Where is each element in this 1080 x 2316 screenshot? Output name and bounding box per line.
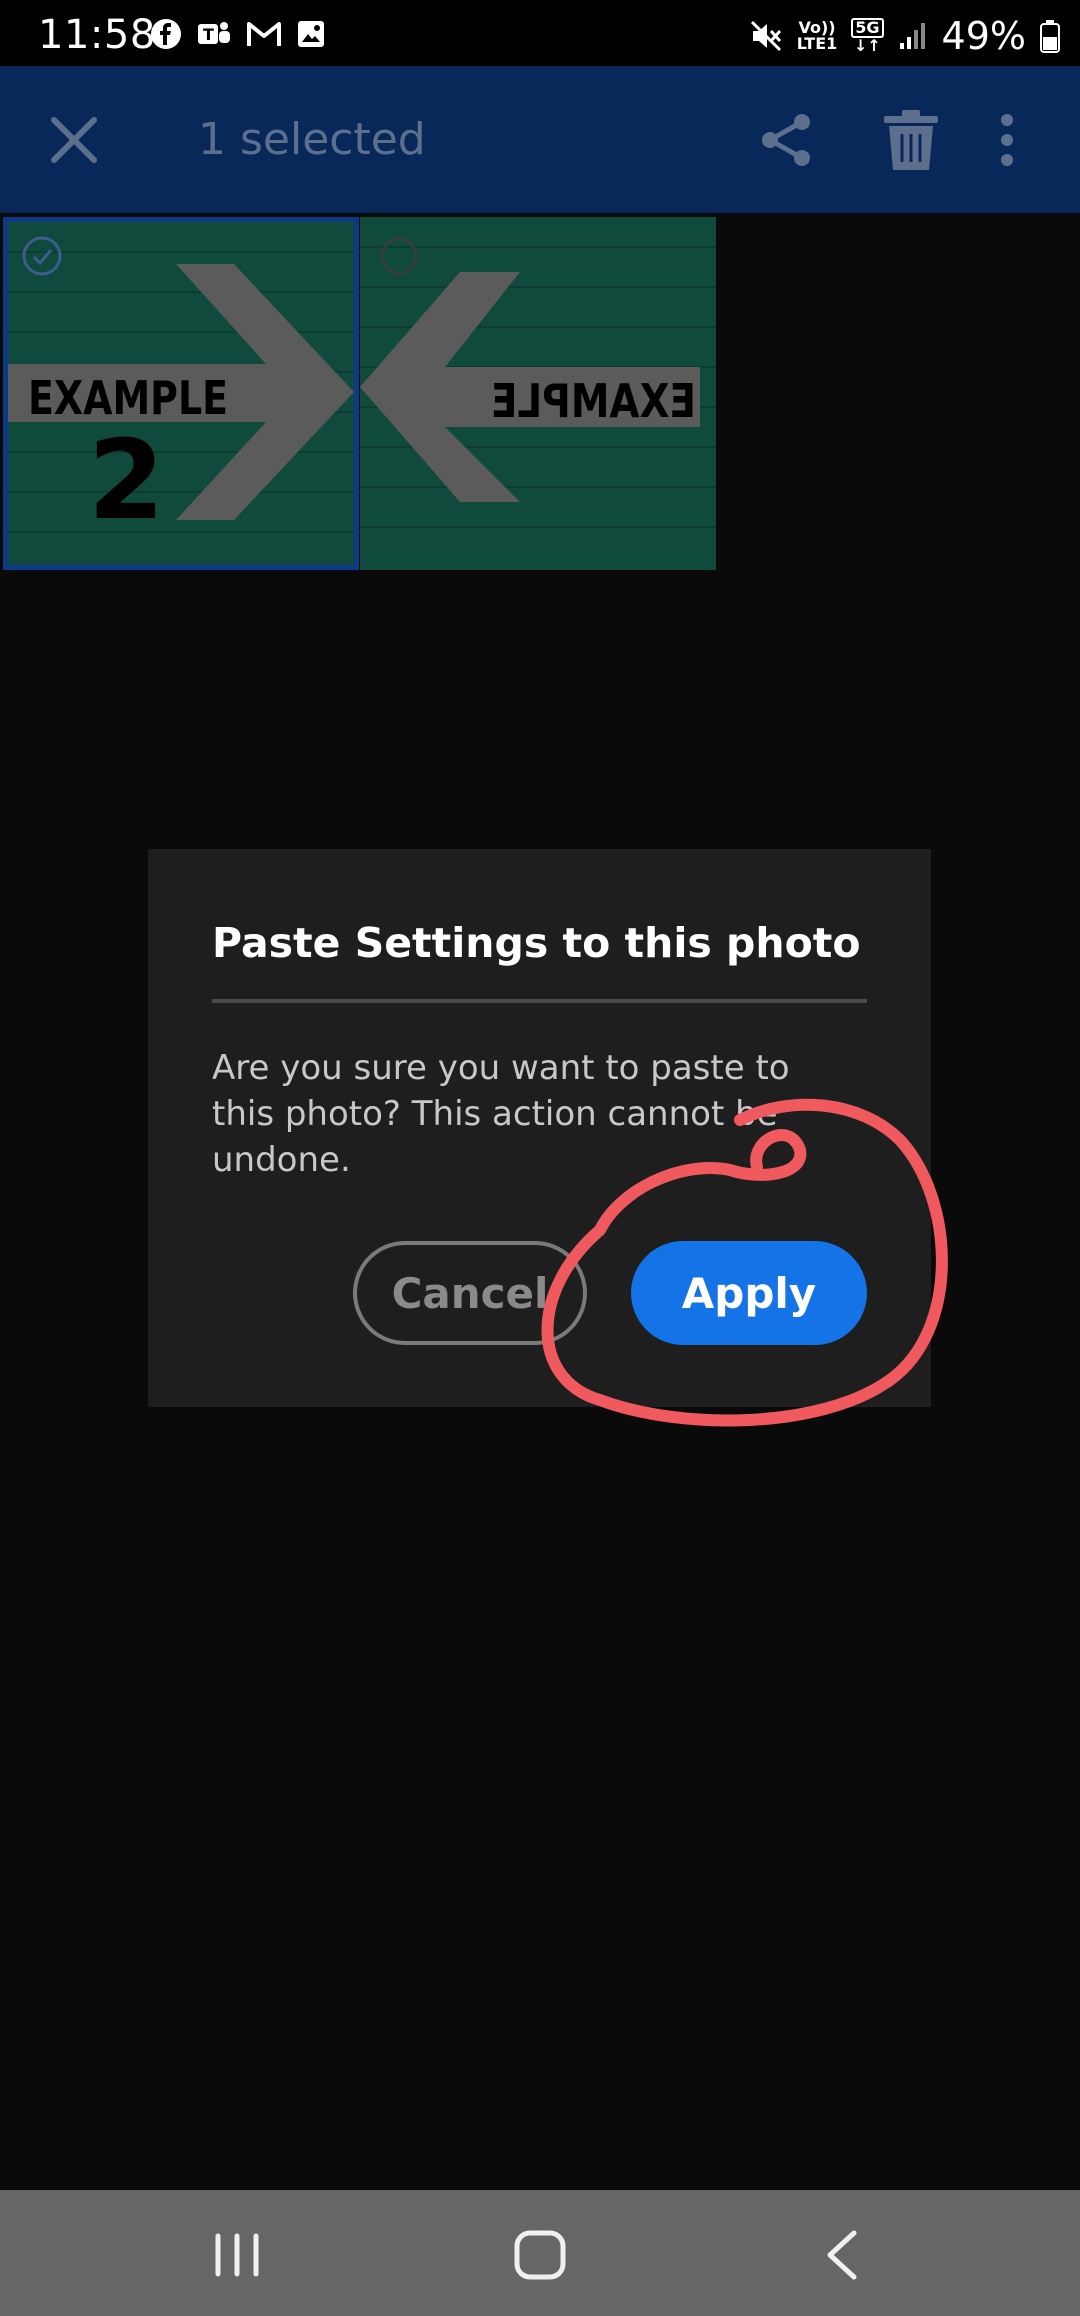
cancel-button[interactable]: Cancel	[353, 1241, 587, 1345]
photo-thumbnail-2[interactable]: EXAMPLE	[360, 217, 716, 570]
gmail-icon	[247, 22, 281, 46]
battery-percent: 49%	[941, 14, 1026, 58]
photo-2-label: EXAMPLE	[491, 374, 696, 428]
photo-1-number: 2	[88, 416, 165, 544]
photo-thumbnail-1[interactable]: EXAMPLE 2	[3, 217, 359, 570]
back-icon[interactable]	[822, 2228, 862, 2282]
svg-text:T: T	[203, 25, 214, 44]
more-options-icon[interactable]	[990, 110, 1024, 170]
signal-icon	[899, 23, 925, 49]
unselected-circle-icon[interactable]	[378, 235, 420, 277]
dialog-divider	[212, 999, 867, 1003]
delete-icon[interactable]	[880, 108, 942, 172]
dialog-message: Are you sure you want to paste to this p…	[212, 1048, 790, 1180]
apply-button[interactable]: Apply	[631, 1241, 867, 1345]
mute-icon	[750, 20, 781, 52]
dialog-title: Paste Settings to this photo	[212, 919, 861, 967]
selection-app-bar: 1 selected	[0, 66, 1080, 213]
system-icons: Vo)) LTE1 5G ↓↑ 49%	[749, 14, 1060, 58]
recents-icon[interactable]	[212, 2232, 262, 2278]
gallery-icon	[298, 21, 324, 47]
home-icon[interactable]	[512, 2228, 568, 2282]
facebook-icon	[151, 19, 181, 49]
selection-count-title: 1 selected	[198, 114, 426, 165]
status-bar: 11:58 T Vo)) LTE1 5G ↓↑ 49%	[0, 0, 1080, 66]
system-nav-bar	[0, 2190, 1080, 2316]
notification-icons: T	[150, 18, 326, 50]
status-time: 11:58	[38, 12, 156, 58]
paste-settings-dialog: Paste Settings to this photo Are you sur…	[148, 849, 931, 1407]
teams-icon: T	[198, 22, 230, 44]
5g-indicator: 5G ↓↑	[851, 18, 884, 54]
close-icon[interactable]	[44, 110, 104, 170]
share-icon[interactable]	[756, 110, 816, 170]
battery-icon	[1040, 20, 1060, 53]
volte-indicator: Vo)) LTE1	[796, 18, 838, 53]
selected-check-icon[interactable]	[21, 235, 63, 277]
